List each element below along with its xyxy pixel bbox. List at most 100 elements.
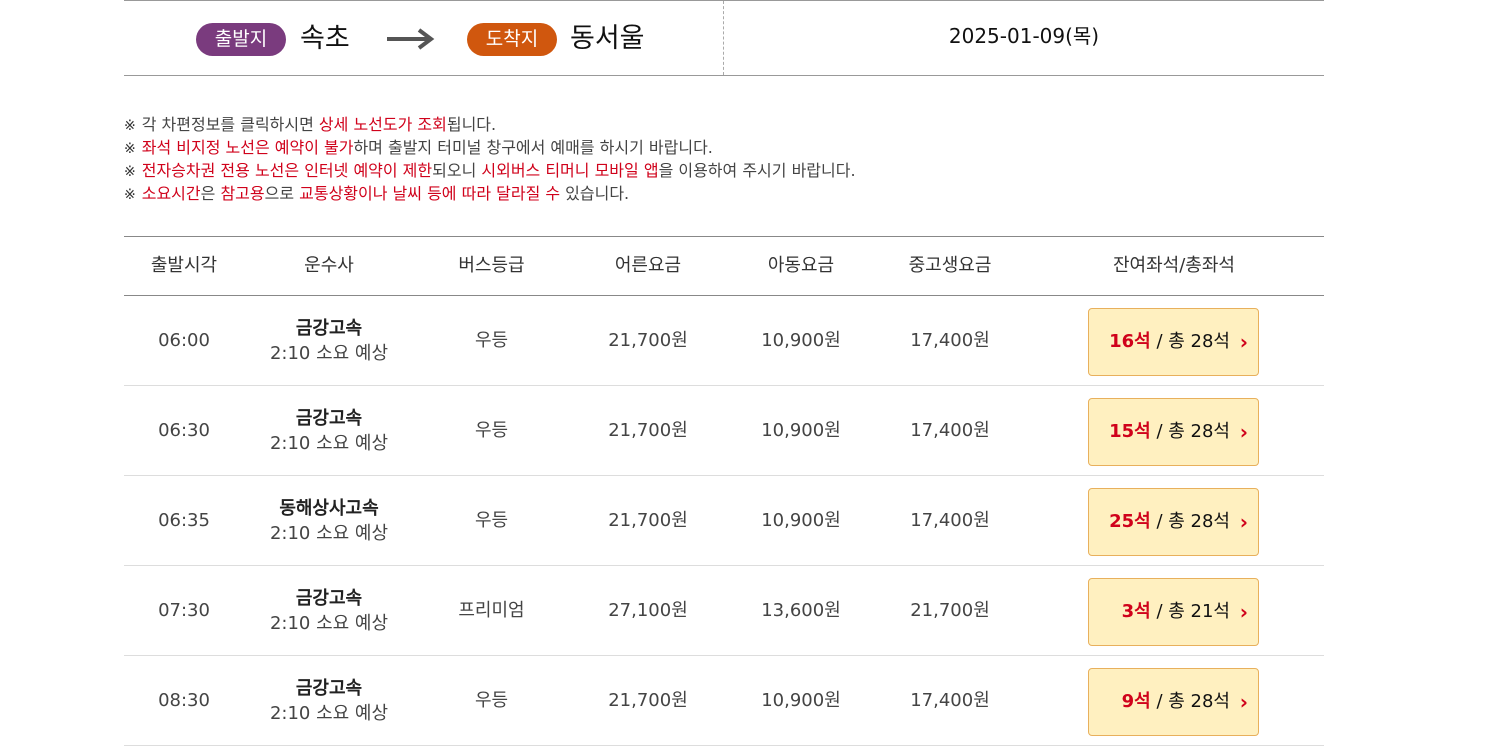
table-row[interactable]: 06:30 금강고속 2:10 소요 예상 우등 21,700원 10,900원 17,40… [124, 386, 1324, 476]
seat-info: 3석 / 총 21석 [1122, 579, 1230, 645]
notice-marker: ※ [124, 164, 136, 180]
chevron-right-icon: › [1239, 600, 1248, 624]
table-row[interactable]: 07:30 금강고속 2:10 소요 예상 프리미엄 27,100원 13,600원 21,… [124, 566, 1324, 656]
notice-marker: ※ [124, 187, 136, 203]
seat-select-button[interactable]: 15석 / 총 28석 › [1088, 398, 1259, 466]
student-fare: 17,400원 [910, 510, 990, 531]
notice-text: 은 [200, 184, 221, 203]
notice-text: 각 차편정보를 클릭하시면 [141, 115, 319, 134]
departure-time: 07:30 [158, 600, 210, 621]
departure-time: 08:30 [158, 690, 210, 711]
notice-text: 있습니다. [560, 184, 630, 203]
notice-highlight: 좌석 비지정 노선은 예약이 불가 [141, 138, 354, 157]
arrow-right-icon [387, 28, 435, 50]
header-student-fare: 중고생요금 [908, 255, 992, 276]
header-adult-fare: 어른요금 [614, 255, 682, 276]
seat-select-button[interactable]: 25석 / 총 28석 › [1088, 488, 1259, 556]
arrival-badge: 도착지 [467, 23, 557, 56]
bus-grade: 우등 [474, 690, 509, 711]
header-departure-time: 출발시각 [150, 255, 218, 276]
seats-total: / 총 28석 [1150, 691, 1230, 712]
seat-info: 16석 / 총 28석 [1109, 309, 1230, 375]
route-cities: 출발지 속초 도착지 동서울 [124, 1, 724, 75]
notice-highlight: 전자승차권 전용 노선은 인터넷 예약이 제한 [141, 161, 433, 180]
company-cell: 금강고속 2:10 소요 예상 [244, 676, 414, 726]
child-fare: 13,600원 [761, 600, 841, 621]
bus-grade: 우등 [474, 330, 509, 351]
company-cell: 금강고속 2:10 소요 예상 [244, 586, 414, 636]
departure-badge: 출발지 [196, 23, 286, 56]
bus-search-results: 출발지 속초 도착지 동서울 2025-01-09(목) ※ 각 차편정보를 클릭… [124, 0, 1324, 746]
notice-line: ※ 소요시간은 참고용으로 교통상황이나 날씨 등에 따라 달라질 수 있습니다. [124, 183, 856, 206]
seat-select-button[interactable]: 16석 / 총 28석 › [1088, 308, 1259, 376]
departure-time: 06:00 [158, 330, 210, 351]
student-fare: 17,400원 [910, 420, 990, 441]
company-name: 금강고속 [295, 318, 363, 339]
notice-line: ※ 좌석 비지정 노선은 예약이 불가하며 출발지 터미널 창구에서 예매를 하시… [124, 137, 856, 160]
chevron-right-icon: › [1239, 510, 1248, 534]
seat-select-button[interactable]: 9석 / 총 28석 › [1088, 668, 1259, 736]
seats-remaining: 25석 [1109, 511, 1151, 532]
chevron-right-icon: › [1239, 690, 1248, 714]
schedule-table: 출발시각 운수사 버스등급 어른요금 아동요금 중고생요금 잔여좌석/총좌석 0… [124, 236, 1324, 746]
seats-total: / 총 21석 [1150, 601, 1230, 622]
notice-highlight: 참고용 [220, 184, 265, 203]
seats-remaining: 16석 [1109, 331, 1151, 352]
trip-duration: 2:10 소요 예상 [269, 433, 389, 454]
table-body: 06:00 금강고속 2:10 소요 예상 우등 21,700원 10,900원 17,40… [124, 296, 1324, 746]
seats-remaining: 15석 [1109, 421, 1151, 442]
table-row[interactable]: 06:00 금강고속 2:10 소요 예상 우등 21,700원 10,900원 17,40… [124, 296, 1324, 386]
company-cell: 금강고속 2:10 소요 예상 [244, 406, 414, 456]
company-name: 금강고속 [295, 678, 363, 699]
departure-time: 06:30 [158, 420, 210, 441]
arrival-city: 동서울 [570, 23, 645, 54]
chevron-right-icon: › [1239, 420, 1248, 444]
adult-fare: 21,700원 [608, 510, 688, 531]
bus-grade: 프리미엄 [458, 600, 525, 621]
adult-fare: 27,100원 [608, 600, 688, 621]
child-fare: 10,900원 [761, 690, 841, 711]
trip-duration: 2:10 소요 예상 [269, 703, 389, 724]
bus-grade: 우등 [474, 420, 509, 441]
seats-remaining: 3석 [1121, 601, 1151, 622]
seat-info: 9석 / 총 28석 [1122, 669, 1230, 735]
company-name: 금강고속 [295, 408, 363, 429]
notice-marker: ※ [124, 118, 136, 134]
table-header: 출발시각 운수사 버스등급 어른요금 아동요금 중고생요금 잔여좌석/총좌석 [124, 236, 1324, 296]
notice-text: 으로 [264, 184, 300, 203]
seat-info: 15석 / 총 28석 [1109, 399, 1230, 465]
child-fare: 10,900원 [761, 330, 841, 351]
notice-highlight: 시외버스 티머니 모바일 앱 [481, 161, 659, 180]
notice-line: ※ 전자승차권 전용 노선은 인터넷 예약이 제한되오니 시외버스 티머니 모바일… [124, 160, 856, 183]
seats-remaining: 9석 [1121, 691, 1151, 712]
seat-select-button[interactable]: 3석 / 총 21석 › [1088, 578, 1259, 646]
table-row[interactable]: 08:30 금강고속 2:10 소요 예상 우등 21,700원 10,900원 17,40… [124, 656, 1324, 746]
company-cell: 금강고속 2:10 소요 예상 [244, 316, 414, 366]
notice-marker: ※ [124, 141, 136, 157]
notice-list: ※ 각 차편정보를 클릭하시면 상세 노선도가 조회됩니다. ※ 좌석 비지정 노선은… [124, 114, 856, 206]
header-bus-grade: 버스등급 [458, 255, 525, 276]
child-fare: 10,900원 [761, 510, 841, 531]
company-name: 금강고속 [295, 588, 363, 609]
notice-highlight: 교통상황이나 날씨 등에 따라 달라질 수 [299, 184, 561, 203]
child-fare: 10,900원 [761, 420, 841, 441]
seat-info: 25석 / 총 28석 [1109, 489, 1230, 555]
header-child-fare: 아동요금 [767, 255, 835, 276]
seats-total: / 총 28석 [1150, 331, 1230, 352]
departure-city: 속초 [300, 23, 350, 54]
student-fare: 21,700원 [910, 600, 990, 621]
departure-date: 2025-01-09(목) [948, 24, 1100, 48]
seats-total: / 총 28석 [1150, 421, 1230, 442]
notice-highlight: 소요시간 [141, 184, 201, 203]
adult-fare: 21,700원 [608, 420, 688, 441]
chevron-right-icon: › [1239, 330, 1248, 354]
seats-total: / 총 28석 [1150, 511, 1230, 532]
adult-fare: 21,700원 [608, 330, 688, 351]
table-row[interactable]: 06:35 동해상사고속 2:10 소요 예상 우등 21,700원 10,900원 17,… [124, 476, 1324, 566]
notice-text: 되오니 [432, 161, 482, 180]
notice-text: 하며 출발지 터미널 창구에서 예매를 하시기 바랍니다. [353, 138, 713, 157]
notice-line: ※ 각 차편정보를 클릭하시면 상세 노선도가 조회됩니다. [124, 114, 856, 137]
notice-text: 을 이용하여 주시기 바랍니다. [658, 161, 856, 180]
company-cell: 동해상사고속 2:10 소요 예상 [244, 496, 414, 546]
header-seats: 잔여좌석/총좌석 [1113, 255, 1235, 276]
